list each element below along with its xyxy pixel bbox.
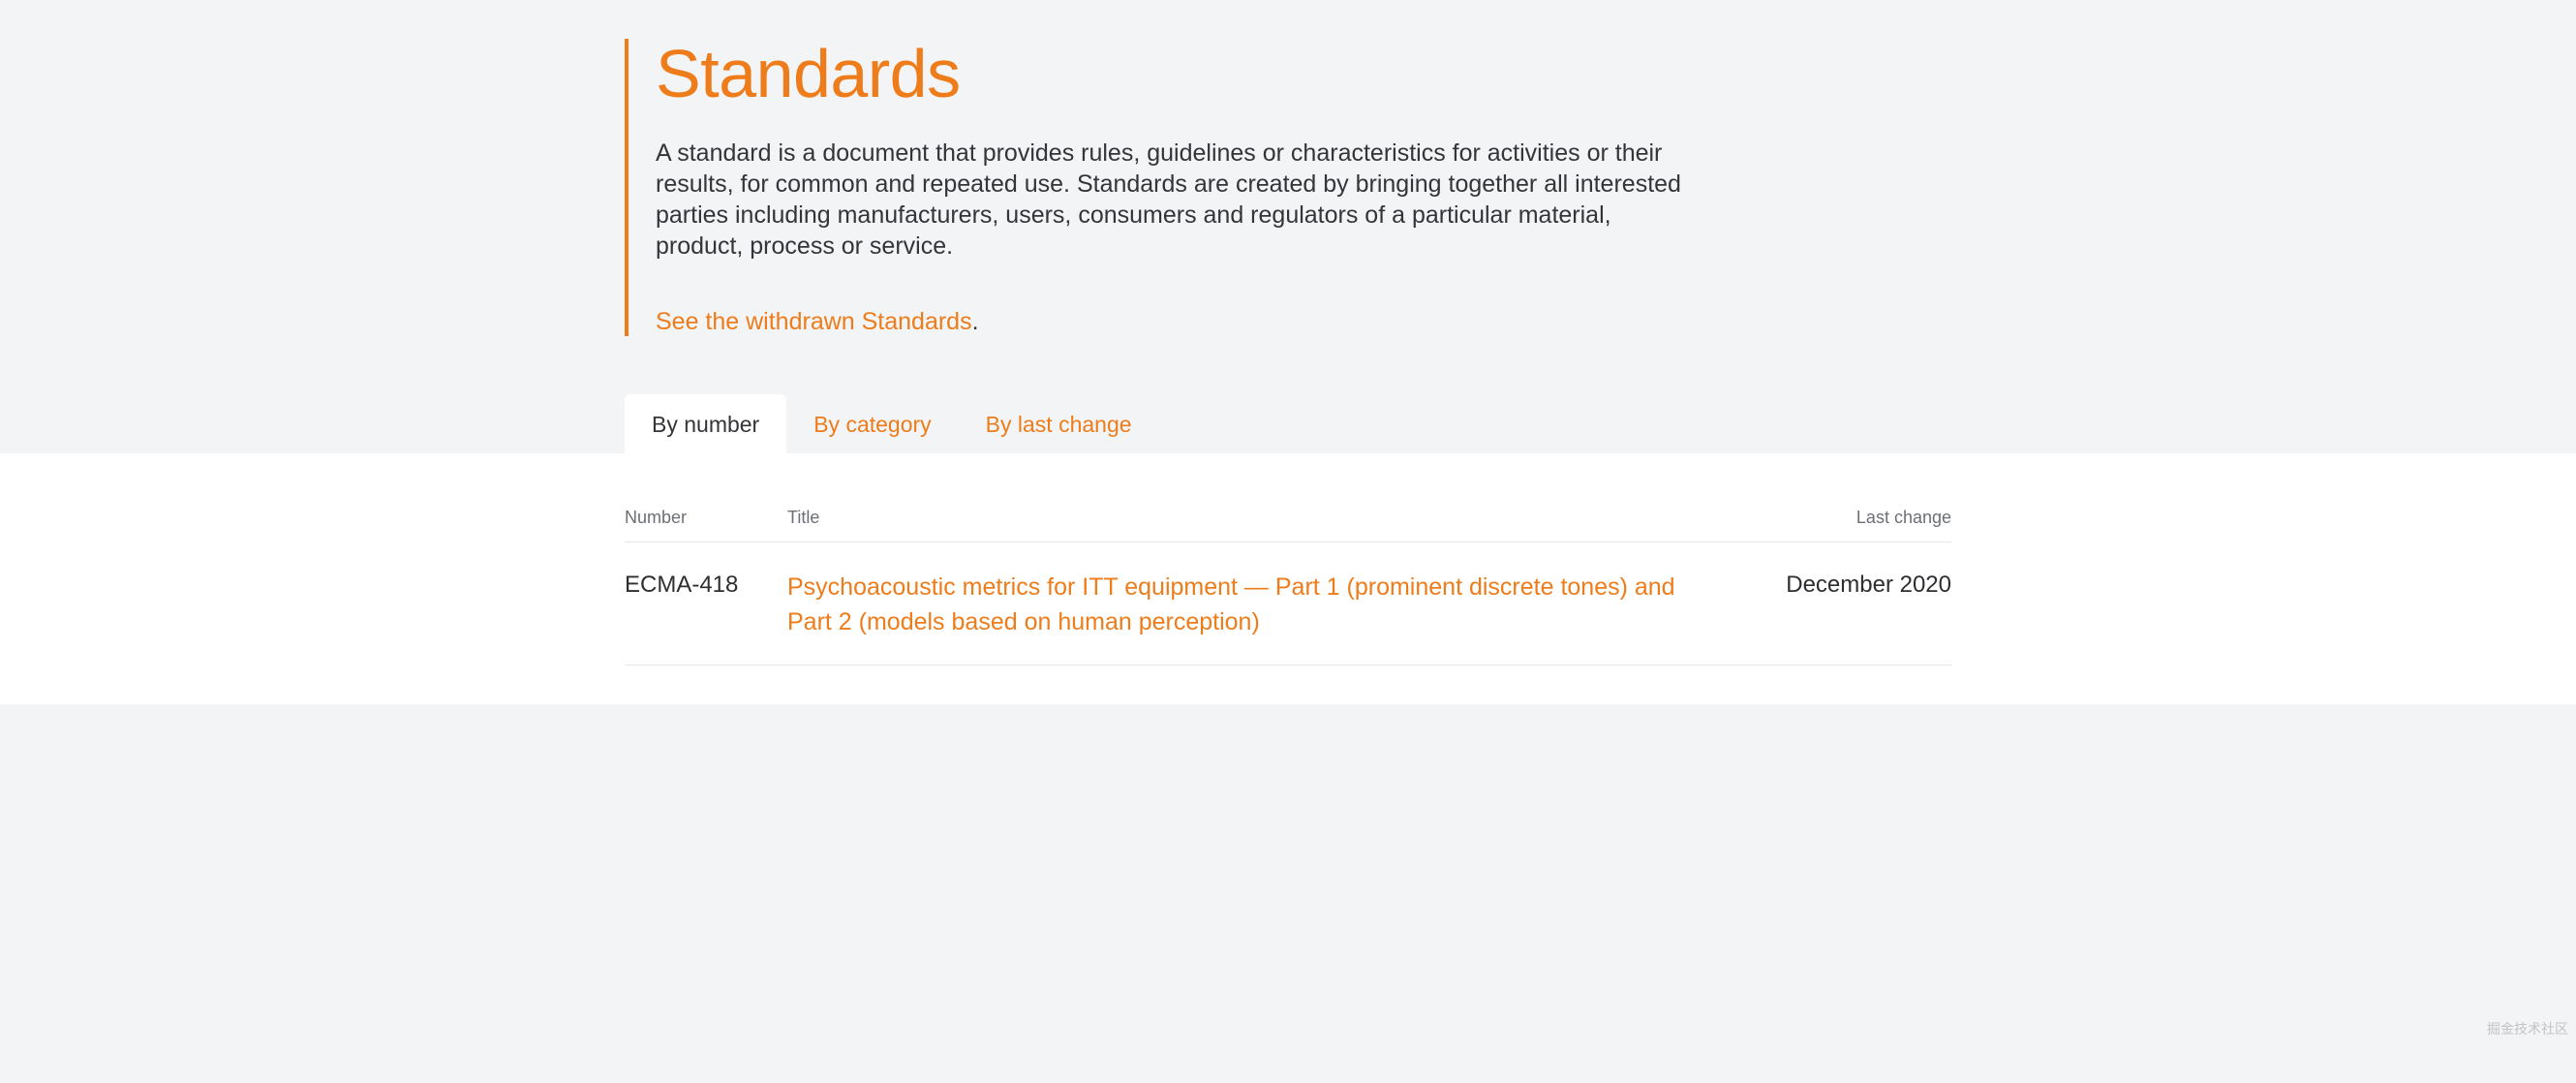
table-header-row: Number Title Last change (625, 508, 1951, 542)
column-header-number: Number (625, 508, 787, 528)
row-title: Psychoacoustic metrics for ITT equipment… (787, 570, 1758, 640)
tab-by-category[interactable]: By category (786, 394, 958, 453)
row-last-change: December 2020 (1758, 570, 1951, 599)
tab-by-number[interactable]: By number (625, 394, 786, 453)
page-description: A standard is a document that provides r… (656, 138, 1682, 262)
column-header-title: Title (787, 508, 1758, 528)
standards-table: Number Title Last change ECMA-418 Psycho… (0, 453, 2576, 705)
withdrawn-standards-suffix: . (972, 308, 979, 335)
page-title: Standards (656, 39, 1951, 110)
tab-by-last-change[interactable]: By last change (959, 394, 1159, 453)
table-row: ECMA-418 Psychoacoustic metrics for ITT … (625, 542, 1951, 666)
row-number: ECMA-418 (625, 570, 787, 599)
withdrawn-standards-line: See the withdrawn Standards. (656, 308, 1951, 336)
withdrawn-standards-link[interactable]: See the withdrawn Standards (656, 308, 972, 335)
row-title-link[interactable]: Psychoacoustic metrics for ITT equipment… (787, 573, 1675, 635)
column-header-last-change: Last change (1758, 508, 1951, 528)
tabs: By number By category By last change (625, 394, 1951, 453)
